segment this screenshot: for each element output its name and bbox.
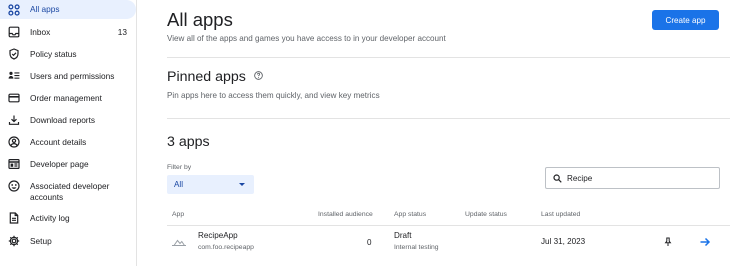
- pinned-apps-title: Pinned apps: [167, 69, 246, 85]
- sidebar-item-label: Developer page: [30, 158, 89, 169]
- pinned-apps-subtitle: Pin apps here to access them quickly, an…: [167, 91, 380, 100]
- download-icon: [8, 114, 20, 126]
- account-circle-icon: [8, 136, 20, 148]
- sidebar-item-label: Account details: [30, 136, 87, 147]
- app-name[interactable]: RecipeApp: [198, 231, 238, 240]
- sidebar-item-order-management[interactable]: Order management: [0, 88, 136, 108]
- sidebar-item-inbox[interactable]: Inbox 13: [0, 22, 136, 42]
- help-icon[interactable]: [254, 71, 263, 80]
- column-header-update-status: Update status: [465, 211, 507, 218]
- gear-icon: [8, 235, 20, 247]
- inbox-icon: [8, 26, 20, 38]
- document-icon: [8, 212, 20, 224]
- column-header-last-updated: Last updated: [541, 211, 581, 218]
- divider: [167, 118, 730, 119]
- app-placeholder-icon: [172, 239, 186, 246]
- page-title: All apps: [167, 9, 233, 30]
- last-updated-value: Jul 31, 2023: [541, 237, 586, 246]
- sidebar-item-label: Order management: [30, 92, 102, 103]
- sidebar-item-all-apps[interactable]: All apps: [0, 0, 136, 19]
- sidebar-item-users-and-permissions[interactable]: Users and permissions: [0, 66, 136, 86]
- shield-icon: [8, 48, 20, 60]
- sidebar-item-label: Inbox: [30, 26, 51, 37]
- inbox-count-badge: 13: [117, 27, 127, 37]
- sidebar-item-setup[interactable]: Setup: [0, 231, 136, 251]
- sidebar-item-label: All apps: [30, 4, 60, 15]
- apps-count-title: 3 apps: [167, 134, 210, 150]
- app-package-name: com.foo.recipeapp: [198, 244, 254, 251]
- credit-card-icon: [8, 92, 20, 104]
- main-content: All apps View all of the apps and games …: [138, 0, 730, 266]
- sidebar: All apps Inbox 13 Policy status Users an…: [0, 0, 137, 266]
- associated-accounts-icon: [8, 180, 20, 192]
- apps-grid-icon: [8, 3, 20, 16]
- pinned-apps-heading: Pinned apps: [167, 69, 263, 85]
- column-header-installed-audience: Installed audience: [318, 211, 373, 218]
- filter-value: All: [174, 180, 183, 189]
- create-app-button[interactable]: Create app: [652, 10, 719, 30]
- app-status-value: Draft: [394, 231, 412, 240]
- users-list-icon: [8, 70, 20, 82]
- arrow-right-icon[interactable]: [699, 236, 711, 248]
- sidebar-item-label: Download reports: [30, 114, 96, 125]
- page-subtitle: View all of the apps and games you have …: [167, 34, 446, 43]
- column-header-app-status: App status: [394, 211, 427, 218]
- sidebar-item-activity-log[interactable]: Activity log: [0, 208, 136, 228]
- pin-icon[interactable]: [663, 237, 673, 247]
- installed-audience-value: 0: [367, 238, 372, 247]
- divider: [167, 57, 730, 58]
- search-field[interactable]: [545, 167, 720, 189]
- sidebar-item-associated-developer-accounts[interactable]: Associated developer accounts: [0, 177, 136, 206]
- sidebar-item-label: Policy status: [30, 48, 77, 59]
- search-input[interactable]: [567, 173, 707, 183]
- column-header-app: App: [172, 211, 185, 218]
- sidebar-item-policy-status[interactable]: Policy status: [0, 44, 136, 64]
- chevron-down-icon: [239, 183, 245, 186]
- filter-dropdown[interactable]: All: [167, 175, 254, 194]
- sidebar-item-label: Activity log: [30, 212, 70, 223]
- table-row[interactable]: RecipeApp com.foo.recipeapp 0 Draft Inte…: [167, 226, 730, 258]
- app-status-detail: Internal testing: [394, 244, 439, 251]
- sidebar-item-label: Users and permissions: [30, 70, 115, 81]
- sidebar-item-account-details[interactable]: Account details: [0, 132, 136, 152]
- sidebar-item-label: Setup: [30, 235, 52, 246]
- sidebar-item-developer-page[interactable]: Developer page: [0, 154, 136, 174]
- filter-label: Filter by: [167, 164, 192, 171]
- sidebar-item-label: Associated developer accounts: [30, 181, 110, 202]
- search-icon: [553, 173, 562, 183]
- web-page-icon: [8, 158, 20, 170]
- sidebar-item-download-reports[interactable]: Download reports: [0, 110, 136, 130]
